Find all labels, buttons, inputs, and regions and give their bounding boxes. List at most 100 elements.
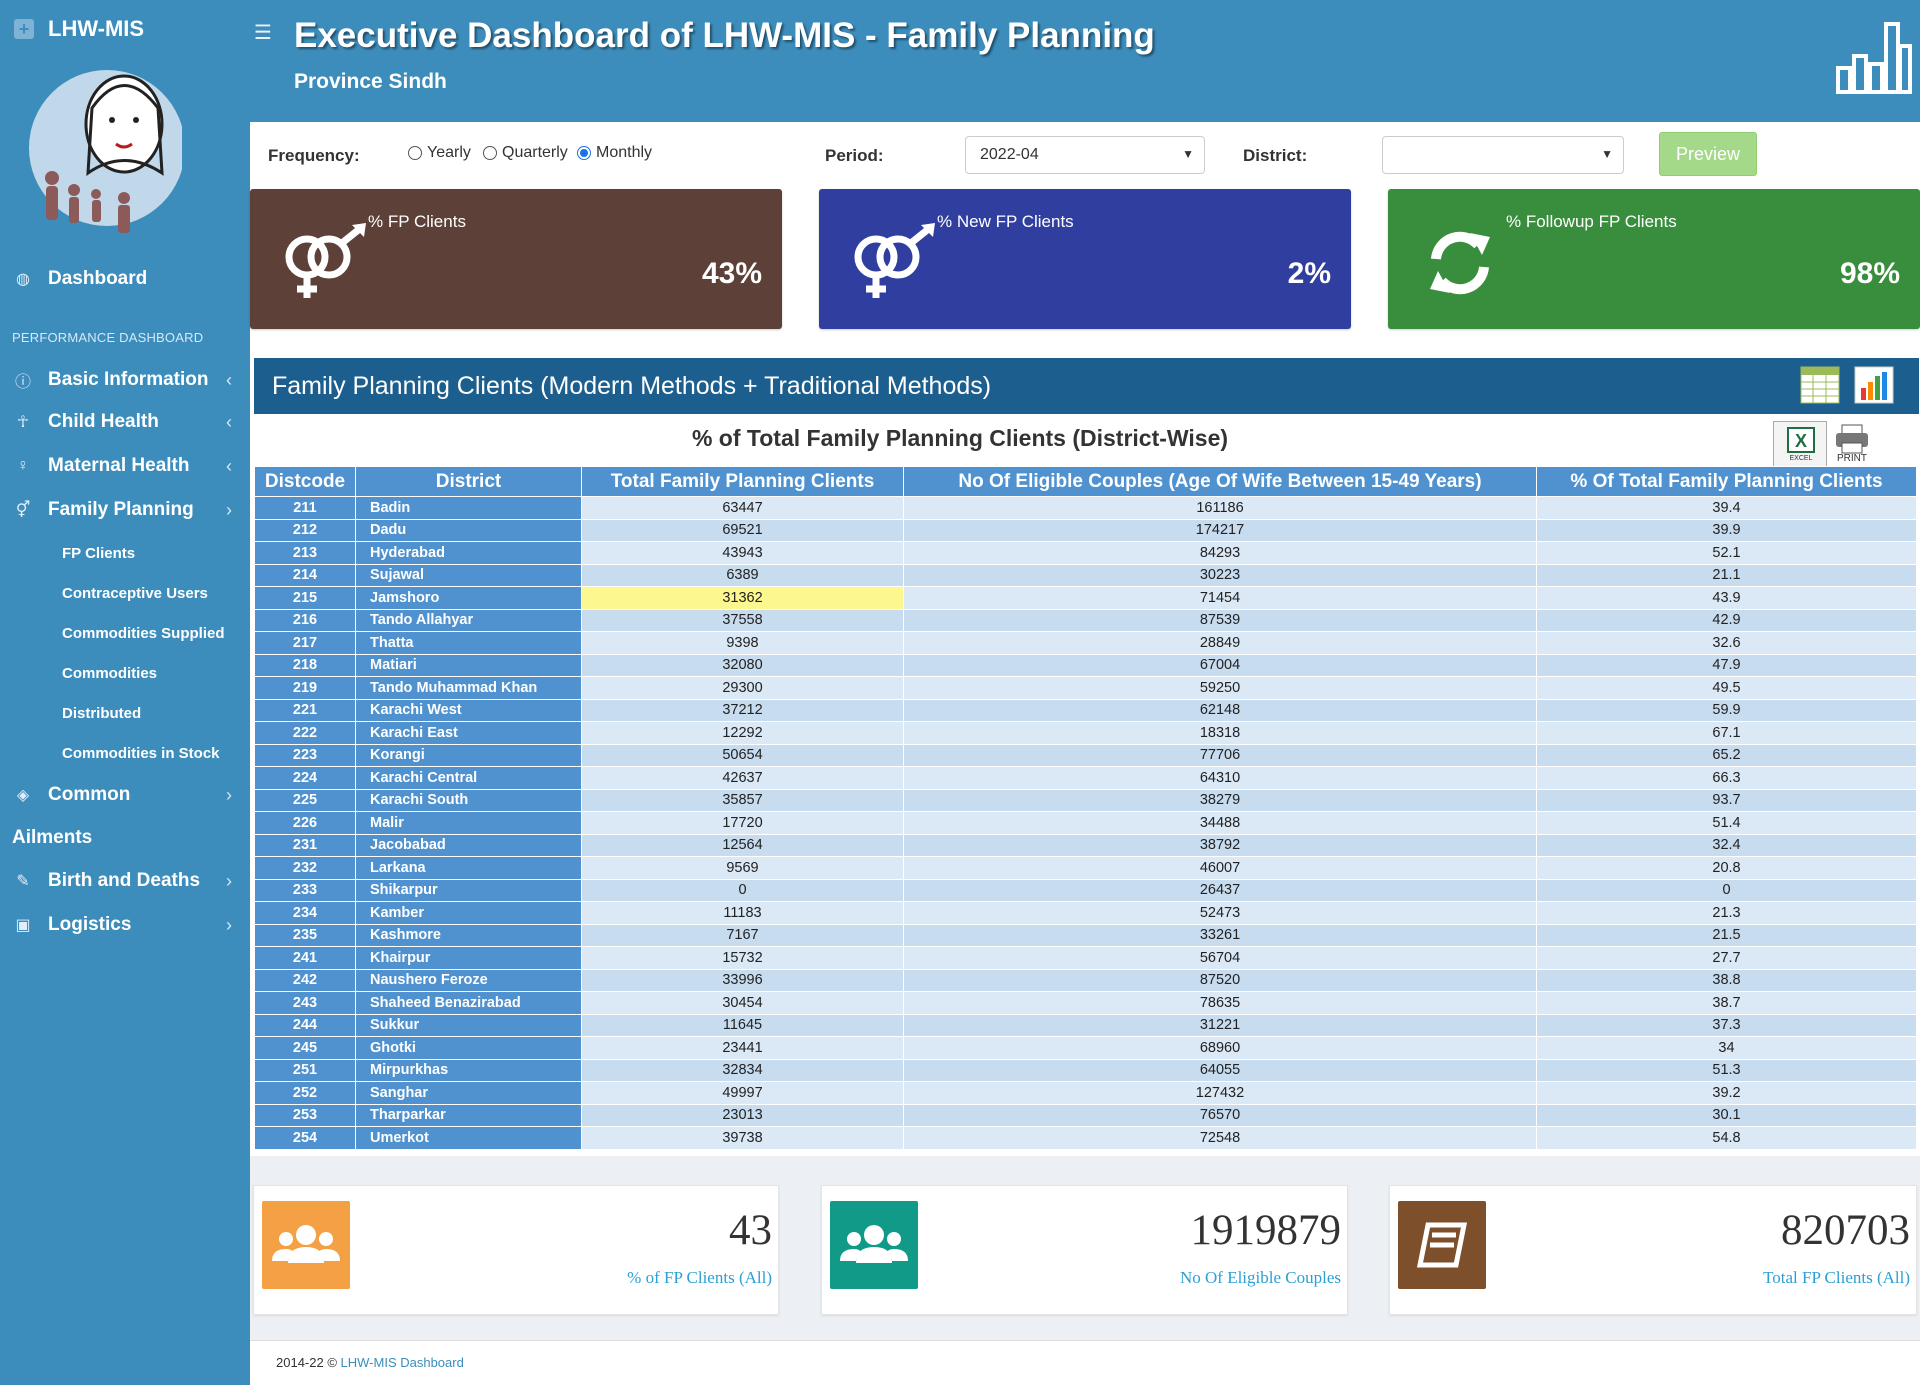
cell-distcode: 214 (254, 563, 356, 587)
radio-yearly[interactable]: Yearly (408, 144, 471, 162)
cell-percent-fp-clients: 21.5 (1536, 923, 1917, 947)
cell-total-fp-clients: 12564 (581, 833, 904, 857)
cell-percent-fp-clients: 20.8 (1536, 856, 1917, 880)
print-button[interactable]: PRINT (1830, 421, 1874, 467)
cell-distcode: 245 (254, 1036, 356, 1060)
cell-percent-fp-clients: 39.9 (1536, 518, 1917, 542)
menu-toggle-icon[interactable]: ☰ (254, 20, 272, 45)
cell-district: Shaheed Benazirabad (355, 991, 582, 1015)
table-row: 225 Karachi South 35857 38279 93.7 (254, 788, 1917, 812)
cell-total-fp-clients: 37558 (581, 608, 904, 632)
stat-label[interactable]: No Of Eligible Couples (1180, 1268, 1341, 1288)
cell-total-fp-clients: 33996 (581, 968, 904, 992)
footer-link[interactable]: LHW-MIS Dashboard (341, 1355, 464, 1370)
chevron-right-icon: › (226, 784, 232, 805)
cell-percent-fp-clients: 27.7 (1536, 946, 1917, 970)
sidebar-item-child-health[interactable]: ☥ Child Health ‹ (0, 411, 250, 433)
cell-eligible-couples: 18318 (903, 721, 1537, 745)
sidebar-subitem-commodities[interactable]: Commodities (62, 665, 157, 682)
radio-circle[interactable] (577, 146, 591, 160)
cell-eligible-couples: 38792 (903, 833, 1537, 857)
cell-district: Jacobabad (355, 833, 582, 857)
sidebar-subitem-commodities-in-stock[interactable]: Commodities in Stock (62, 745, 220, 762)
page-header: ☰ Executive Dashboard of LHW-MIS - Famil… (250, 0, 1920, 122)
col-header-distcode[interactable]: Distcode (254, 466, 356, 497)
stat-label[interactable]: % of FP Clients (All) (627, 1268, 772, 1288)
stat-label[interactable]: Total FP Clients (All) (1763, 1268, 1910, 1288)
table-row: 222 Karachi East 12292 18318 67.1 (254, 721, 1917, 745)
table-row: 242 Naushero Feroze 33996 87520 38.8 (254, 968, 1917, 992)
sidebar-subitem-contraceptive-users[interactable]: Contraceptive Users (62, 585, 208, 602)
infobox-new-fp-clients: % New FP Clients 2% (819, 189, 1351, 329)
cell-district: Karachi South (355, 788, 582, 812)
cell-district: Tharparkar (355, 1103, 582, 1127)
cell-district: Umerkot (355, 1126, 582, 1150)
cell-percent-fp-clients: 32.6 (1536, 631, 1917, 655)
cell-district: Khairpur (355, 946, 582, 970)
print-label: PRINT (1837, 453, 1867, 464)
cell-eligible-couples: 77706 (903, 743, 1537, 767)
sidebar-item-ailments[interactable]: Ailments (0, 827, 250, 849)
excel-export-button[interactable]: X EXCEL (1773, 421, 1827, 467)
cell-percent-fp-clients: 51.4 (1536, 811, 1917, 835)
table-row: 213 Hyderabad 43943 84293 52.1 (254, 541, 1917, 565)
cell-district: Tando Allahyar (355, 608, 582, 632)
cell-percent-fp-clients: 54.8 (1536, 1126, 1917, 1150)
infobox-followup-fp-clients: % Followup FP Clients 98% (1388, 189, 1920, 329)
sidebar-subitem-distributed[interactable]: Distributed (62, 705, 141, 722)
stat-total-fp-clients: 820703 Total FP Clients (All) (1389, 1185, 1917, 1315)
chart-view-icon[interactable] (1854, 366, 1894, 409)
district-select[interactable]: ▼ (1382, 136, 1624, 174)
table-row: 234 Kamber 11183 52473 21.3 (254, 901, 1917, 925)
radio-circle[interactable] (408, 146, 422, 160)
cell-total-fp-clients: 43943 (581, 541, 904, 565)
table-row: 231 Jacobabad 12564 38792 32.4 (254, 833, 1917, 857)
table-view-icon[interactable] (1800, 366, 1840, 409)
sidebar-item-common[interactable]: ◈ Common › (0, 784, 250, 806)
cell-eligible-couples: 67004 (903, 653, 1537, 677)
col-header-percent-fp-clients[interactable]: % Of Total Family Planning Clients (1536, 466, 1917, 497)
cell-percent-fp-clients: 0 (1536, 878, 1917, 902)
sidebar-item-dashboard[interactable]: ◍ Dashboard (0, 268, 250, 290)
cell-eligible-couples: 127432 (903, 1081, 1537, 1105)
cell-percent-fp-clients: 21.1 (1536, 563, 1917, 587)
cell-percent-fp-clients: 65.2 (1536, 743, 1917, 767)
col-header-total-fp-clients[interactable]: Total Family Planning Clients (581, 466, 904, 497)
radio-quarterly[interactable]: Quarterly (483, 144, 568, 162)
preview-button[interactable]: Preview (1659, 132, 1757, 176)
cell-total-fp-clients: 49997 (581, 1081, 904, 1105)
table-row: 235 Kashmore 7167 33261 21.5 (254, 923, 1917, 947)
sidebar-item-basic-information[interactable]: ⓘ Basic Information ‹ (0, 368, 250, 392)
sidebar-subitem-commodities-supplied[interactable]: Commodities Supplied (62, 625, 225, 642)
chevron-right-icon: › (226, 499, 232, 520)
footer: 2014-22 © LHW-MIS Dashboard (250, 1340, 1920, 1385)
brand[interactable]: + LHW-MIS (0, 0, 250, 58)
infobox-value: 43% (701, 257, 762, 290)
radio-monthly[interactable]: Monthly (577, 144, 652, 162)
cell-total-fp-clients: 9569 (581, 856, 904, 880)
table-row: 241 Khairpur 15732 56704 27.7 (254, 946, 1917, 970)
cell-district: Mirpurkhas (355, 1058, 582, 1082)
cell-percent-fp-clients: 39.2 (1536, 1081, 1917, 1105)
period-select[interactable]: 2022-04 ▼ (965, 136, 1205, 174)
stat-value: 820703 (1781, 1207, 1910, 1254)
cell-district: Badin (355, 496, 582, 520)
users-icon (830, 1201, 918, 1289)
sidebar-item-birth-and-deaths[interactable]: ✎ Birth and Deaths › (0, 870, 250, 892)
cell-eligible-couples: 34488 (903, 811, 1537, 835)
sidebar-item-label: Common (48, 784, 131, 805)
sidebar-item-logistics[interactable]: ▣ Logistics › (0, 914, 250, 936)
cell-distcode: 243 (254, 991, 356, 1015)
infobox-label: % FP Clients (368, 212, 466, 231)
cell-distcode: 232 (254, 856, 356, 880)
sidebar-subitem-fp-clients[interactable]: FP Clients (62, 545, 135, 562)
sidebar-item-maternal-health[interactable]: ♀ Maternal Health ‹ (0, 455, 250, 477)
sidebar-item-family-planning[interactable]: ⚥ Family Planning › (0, 499, 250, 521)
radio-circle[interactable] (483, 146, 497, 160)
col-header-district[interactable]: District (355, 466, 582, 497)
cell-percent-fp-clients: 59.9 (1536, 698, 1917, 722)
cell-distcode: 251 (254, 1058, 356, 1082)
cell-distcode: 226 (254, 811, 356, 835)
col-header-eligible-couples[interactable]: No Of Eligible Couples (Age Of Wife Betw… (903, 466, 1537, 497)
cell-eligible-couples: 31221 (903, 1013, 1537, 1037)
